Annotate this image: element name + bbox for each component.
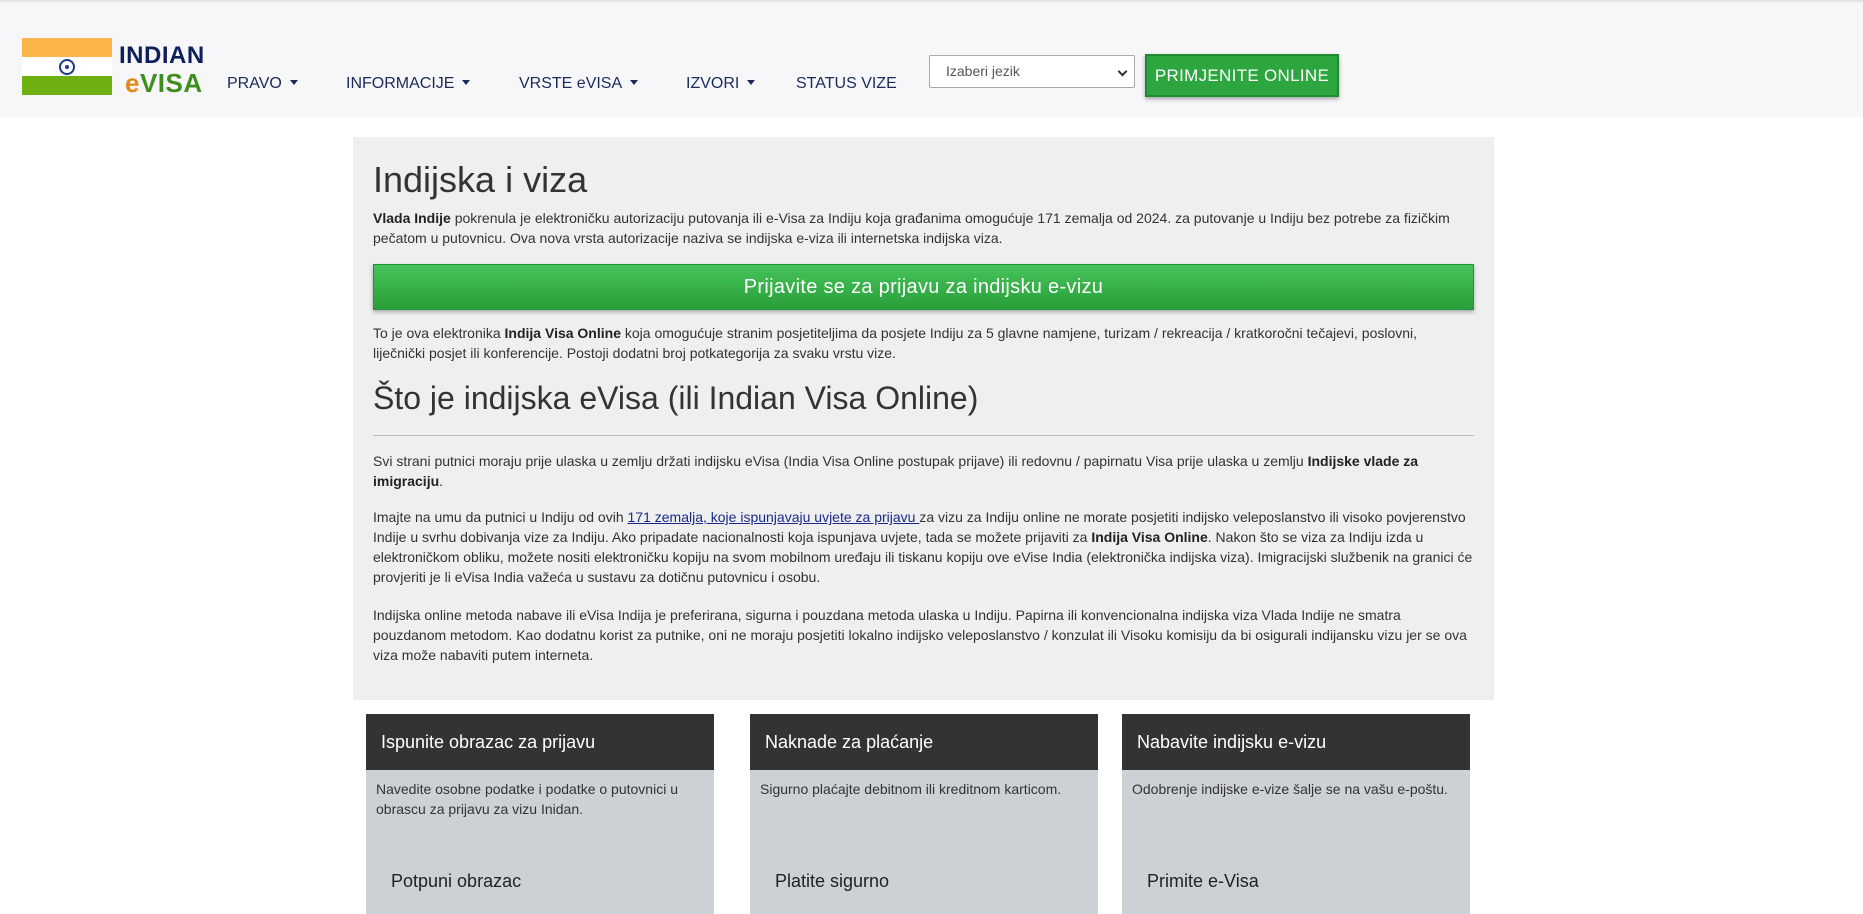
- nav-status-vize[interactable]: STATUS VIZE: [796, 75, 897, 93]
- travel-requirement-paragraph: Svi strani putnici moraju prije ulaska u…: [373, 453, 1419, 489]
- method-paragraph: Indijska online metoda nabave ili eVisa …: [373, 607, 1467, 663]
- divider: [373, 435, 1474, 436]
- logo-text-indian: INDIAN: [119, 42, 205, 69]
- intro-paragraph: Vlada Indije pokrenula je elektroničku a…: [373, 210, 1450, 246]
- step-footer: Primite e-Visa: [1147, 871, 1259, 891]
- caret-down-icon: [630, 80, 639, 85]
- nav-izvori[interactable]: IZVORI: [686, 75, 756, 93]
- india-flag-icon: [22, 38, 112, 95]
- section-heading: Što je indijska eVisa (ili Indian Visa O…: [373, 380, 979, 416]
- site-header: INDIAN eVISA PRAVO INFORMACIJE VRSTE eVI…: [0, 0, 1863, 117]
- step-title: Ispunite obrazac za prijavu: [366, 714, 714, 770]
- step-title: Nabavite indijsku e-vizu: [1122, 714, 1470, 770]
- apply-online-button[interactable]: PRIMJENITE ONLINE: [1145, 54, 1339, 97]
- nav-pravo[interactable]: PRAVO: [227, 75, 298, 93]
- step-description: Odobrenje indijske e-vize šalje se na va…: [1132, 781, 1448, 797]
- online-visa-paragraph: To je ova elektronika Indija Visa Online…: [373, 325, 1418, 361]
- nav-vrste-evisa[interactable]: VRSTE eVISA: [519, 75, 639, 93]
- nav-informacije[interactable]: INFORMACIJE: [346, 75, 471, 93]
- step-footer: Platite sigurno: [775, 871, 890, 891]
- caret-down-icon: [747, 80, 756, 85]
- language-select[interactable]: Izaberi jezik: [929, 55, 1135, 88]
- page-title: Indijska i viza: [373, 159, 588, 200]
- step-card-receive: Nabavite indijsku e-vizu Odobrenje indij…: [1122, 714, 1470, 914]
- step-card-application: Ispunite obrazac za prijavu Navedite oso…: [366, 714, 714, 914]
- step-description: Sigurno plaćajte debitnom ili kreditnom …: [760, 781, 1062, 797]
- main-content-panel: Indijska i viza Vlada Indije pokrenula j…: [353, 137, 1494, 700]
- step-description: Navedite osobne podatke i podatke o puto…: [376, 781, 678, 817]
- eligible-countries-link[interactable]: 171 zemalja, koje ispunjavaju uvjete za …: [628, 509, 920, 525]
- site-logo[interactable]: INDIAN eVISA: [22, 38, 207, 98]
- step-footer: Potpuni obrazac: [391, 871, 522, 891]
- step-title: Naknade za plaćanje: [750, 714, 1098, 770]
- logo-text-evisa: eVISA: [125, 68, 203, 98]
- apply-evisa-button[interactable]: Prijavite se za prijavu za indijsku e-vi…: [373, 264, 1474, 310]
- language-select-value: Izaberi jezik: [946, 63, 1020, 79]
- chevron-down-icon: [1117, 66, 1128, 77]
- eligibility-paragraph: Imajte na umu da putnici u Indiju od ovi…: [373, 509, 1473, 585]
- step-card-payment: Naknade za plaćanje Sigurno plaćajte deb…: [750, 714, 1098, 914]
- caret-down-icon: [289, 80, 298, 85]
- caret-down-icon: [462, 80, 471, 85]
